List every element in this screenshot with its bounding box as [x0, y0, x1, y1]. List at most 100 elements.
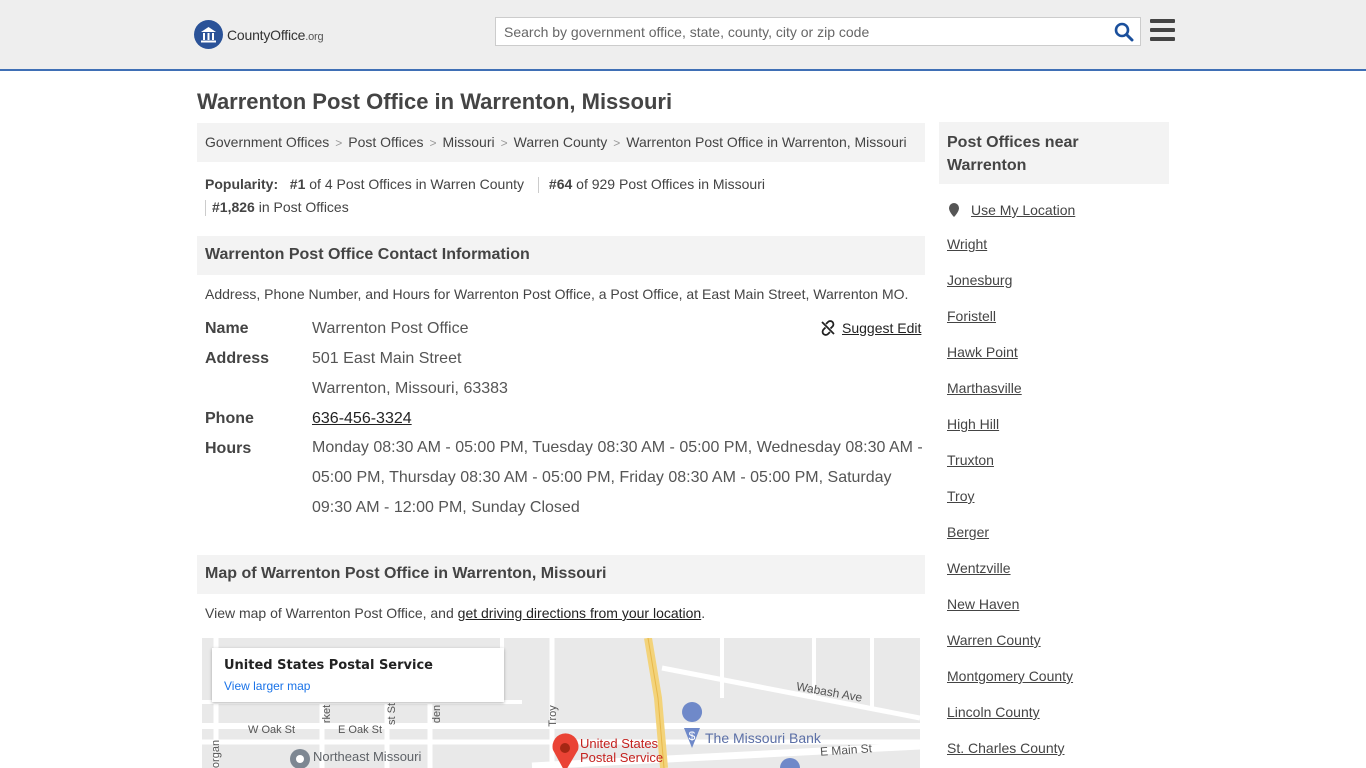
- map-street-label: Troy: [546, 705, 559, 727]
- suggest-edit[interactable]: Suggest Edit: [820, 320, 921, 336]
- map-info-card: United States Postal Service View larger…: [212, 648, 504, 702]
- map-street-label: den: [431, 704, 444, 724]
- broken-link-icon: [821, 320, 835, 336]
- breadcrumb-item-warren-county[interactable]: Warren County: [514, 134, 608, 150]
- nearby-link-hawk-point[interactable]: Hawk Point: [947, 344, 1018, 360]
- rank-state: #64: [548, 176, 573, 192]
- search-input[interactable]: [496, 18, 1096, 45]
- popularity-stats: Popularity: #1 of 4 Post Offices in Warr…: [205, 173, 925, 219]
- hours-label: Hours: [205, 440, 252, 457]
- chevron-right-icon: >: [429, 136, 437, 150]
- address-line2: Warrenton, Missouri, 63383: [312, 380, 508, 397]
- map-card-title: United States Postal Service: [224, 658, 433, 673]
- search-icon[interactable]: [1114, 22, 1134, 42]
- contact-description: Address, Phone Number, and Hours for War…: [205, 286, 909, 302]
- list-item: Foristell: [947, 308, 1167, 344]
- list-item: High Hill: [947, 416, 1167, 452]
- hamburger-menu-icon[interactable]: [1150, 19, 1175, 43]
- nearby-link-marthasville[interactable]: Marthasville: [947, 380, 1022, 396]
- rank-national-text: in Post Offices: [258, 199, 349, 215]
- use-location[interactable]: Use My Location: [947, 200, 1167, 220]
- map-street-label: rket: [321, 704, 334, 724]
- breadcrumb: Government Offices > Post Offices > Missouri…: [197, 123, 925, 162]
- name-value: Warrenton Post Office: [312, 320, 469, 337]
- chevron-right-icon: >: [613, 136, 621, 150]
- map-street-label: st St: [386, 702, 399, 726]
- map-place-label: The Missouri Bank: [705, 730, 821, 746]
- list-item: Berger: [947, 524, 1167, 560]
- map-street-label: W Oak St: [248, 724, 296, 736]
- nearby-link-high-hill[interactable]: High Hill: [947, 416, 999, 432]
- nearby-link-wright[interactable]: Wright: [947, 236, 987, 252]
- nearby-post-offices-list: Use My Location Wright Jonesburg Foriste…: [947, 200, 1167, 768]
- nearby-link-troy[interactable]: Troy: [947, 488, 974, 504]
- embedded-map[interactable]: $ United States Postal Service View larg…: [202, 638, 920, 768]
- sidebar-heading: Post Offices near Warrenton: [939, 122, 1169, 184]
- rank-county: #1: [289, 176, 306, 192]
- chevron-right-icon: >: [335, 136, 343, 150]
- list-item: Jonesburg: [947, 272, 1167, 308]
- map-place-label-line1: United States: [580, 736, 659, 751]
- map-desc-prefix: View map of Warrenton Post Office, and: [205, 605, 458, 621]
- map-description: View map of Warrenton Post Office, and g…: [205, 605, 705, 621]
- name-label: Name: [205, 320, 249, 337]
- list-item: Warren County: [947, 632, 1167, 668]
- view-larger-map-link[interactable]: View larger map: [224, 679, 492, 693]
- breadcrumb-item-post-offices[interactable]: Post Offices: [348, 134, 423, 150]
- svg-text:$: $: [689, 729, 696, 743]
- nearby-link-lincoln-county[interactable]: Lincoln County: [947, 704, 1040, 720]
- nearby-link-truxton[interactable]: Truxton: [947, 452, 994, 468]
- rank-state-text: of 929 Post Offices in Missouri: [576, 176, 765, 192]
- search-box: [495, 17, 1141, 46]
- map-place-label: United States Postal Service: [580, 737, 663, 765]
- chevron-right-icon: >: [500, 136, 508, 150]
- breadcrumb-item-missouri[interactable]: Missouri: [443, 134, 495, 150]
- address-line1: 501 East Main Street: [312, 350, 462, 367]
- nearby-link-warren-county[interactable]: Warren County: [947, 632, 1041, 648]
- list-item: Montgomery County: [947, 668, 1167, 704]
- list-item: St. Charles County: [947, 740, 1167, 768]
- map-street-label: organ: [210, 739, 223, 768]
- divider: [537, 177, 539, 194]
- suggest-edit-link[interactable]: Suggest Edit: [842, 320, 921, 336]
- map-place-label: Northeast Missouri: [313, 749, 422, 764]
- map-place-label-line2: Postal Service: [580, 750, 664, 765]
- nearby-link-foristell[interactable]: Foristell: [947, 308, 996, 324]
- phone-value: 636-456-3324: [312, 410, 412, 428]
- list-item: Troy: [947, 488, 1167, 524]
- map-desc-suffix: .: [701, 605, 706, 621]
- nearby-link-berger[interactable]: Berger: [947, 524, 989, 540]
- use-my-location-link[interactable]: Use My Location: [971, 202, 1075, 218]
- phone-link[interactable]: 636-456-3324: [312, 410, 412, 427]
- list-item: Hawk Point: [947, 344, 1167, 380]
- site-header: CountyOffice.org: [0, 0, 1366, 71]
- popularity-label: Popularity:: [205, 176, 279, 192]
- logo-badge-icon: [194, 20, 223, 49]
- list-item: Truxton: [947, 452, 1167, 488]
- map-street-label: E Oak St: [338, 724, 383, 736]
- contact-section-heading: Warrenton Post Office Contact Informatio…: [197, 236, 925, 275]
- phone-label: Phone: [205, 410, 254, 427]
- location-pin-icon: [949, 203, 959, 217]
- divider: [205, 200, 206, 217]
- list-item: Marthasville: [947, 380, 1167, 416]
- address-label: Address: [205, 350, 270, 367]
- nearby-link-jonesburg[interactable]: Jonesburg: [947, 272, 1012, 288]
- list-item: Wright: [947, 236, 1167, 272]
- rank-national: #1,826: [212, 199, 255, 215]
- nearby-link-new-haven[interactable]: New Haven: [947, 596, 1019, 612]
- site-logo[interactable]: CountyOffice.org: [194, 20, 324, 49]
- nearby-link-wentzville[interactable]: Wentzville: [947, 560, 1011, 576]
- list-item: Wentzville: [947, 560, 1167, 596]
- rank-county-text: of 4 Post Offices in Warren County: [309, 176, 525, 192]
- list-item: New Haven: [947, 596, 1167, 632]
- page-title: Warrenton Post Office in Warrenton, Miss…: [197, 89, 673, 114]
- map-section-heading: Map of Warrenton Post Office in Warrento…: [197, 555, 925, 594]
- nearby-link-st-charles-county[interactable]: St. Charles County: [947, 740, 1065, 756]
- hours-value: Monday 08:30 AM - 05:00 PM, Tuesday 08:3…: [312, 439, 923, 516]
- nearby-link-montgomery-county[interactable]: Montgomery County: [947, 668, 1073, 684]
- breadcrumb-current: Warrenton Post Office in Warrenton, Miss…: [626, 134, 907, 150]
- breadcrumb-item-government-offices[interactable]: Government Offices: [205, 134, 329, 150]
- driving-directions-link[interactable]: get driving directions from your locatio…: [458, 605, 702, 621]
- list-item: Lincoln County: [947, 704, 1167, 740]
